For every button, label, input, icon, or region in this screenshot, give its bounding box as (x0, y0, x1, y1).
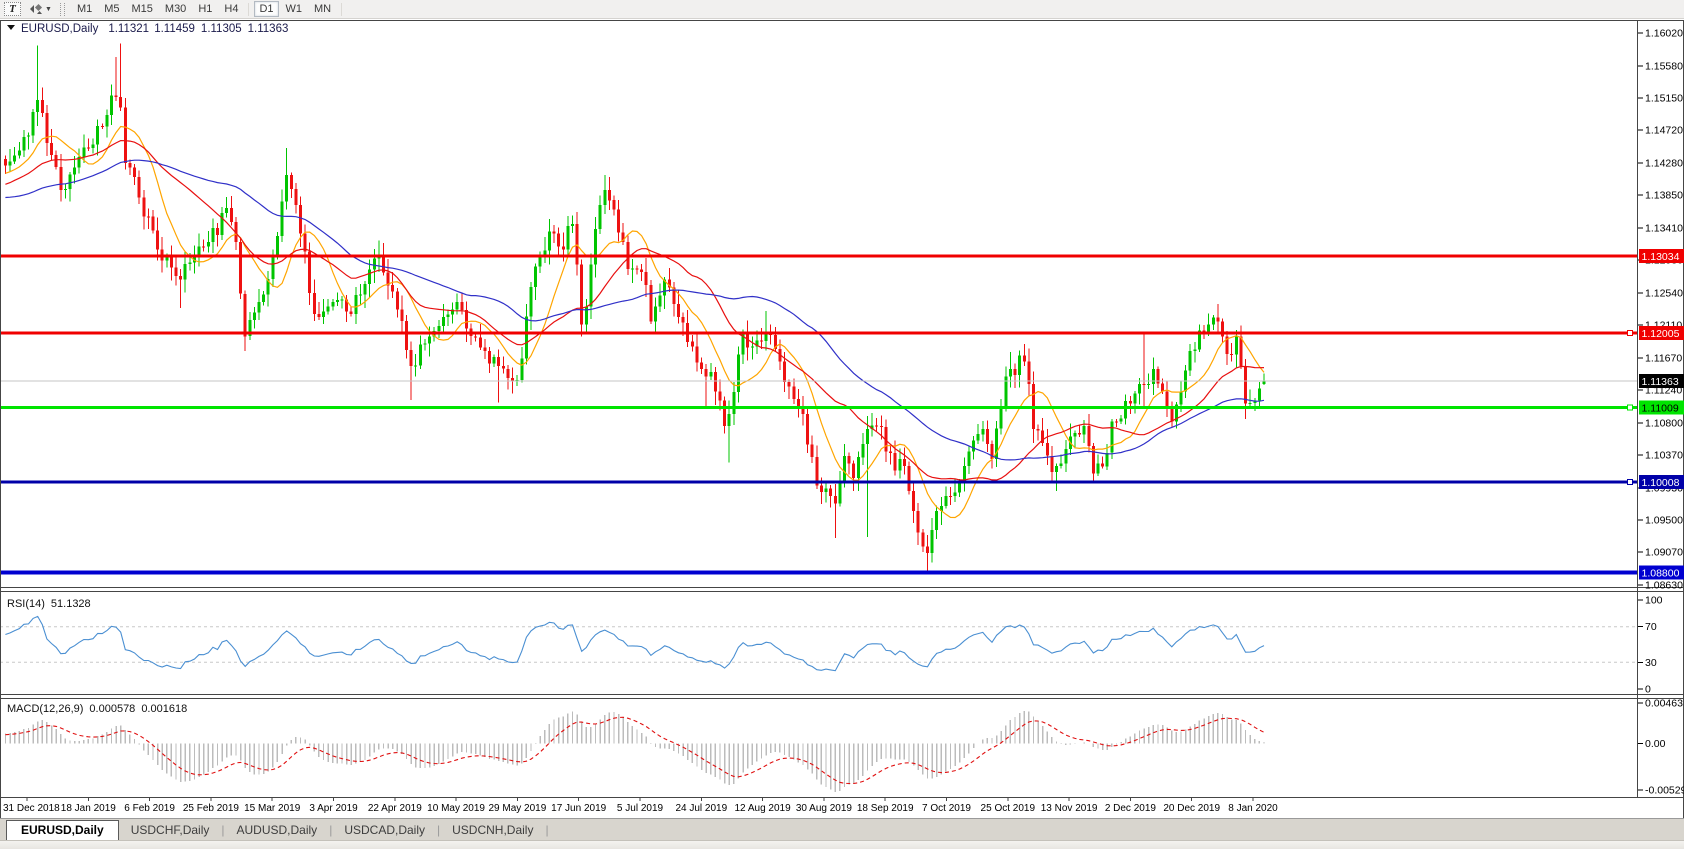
price-tick-label: 1.11670 (1645, 352, 1682, 364)
date-label: 29 May 2019 (488, 803, 546, 814)
toolbar-grip[interactable] (60, 3, 65, 16)
level-badge-text: 1.10008 (1642, 477, 1680, 489)
mt4-terminal-window: T ▼ M1M5M15M30H1H4D1W1MN 1.160201.155801… (0, 0, 1684, 849)
timeframe-button-m30[interactable]: M30 (160, 1, 191, 17)
level-badge-text: 1.08800 (1642, 567, 1680, 579)
price-tick-label: 1.08630 (1645, 580, 1683, 592)
rsi-tick-label: 30 (1645, 657, 1657, 669)
price-tick-label: 1.10370 (1645, 450, 1683, 462)
dropdown-caret-icon[interactable]: ▼ (45, 6, 52, 13)
level-badge-text: 1.11009 (1642, 402, 1679, 414)
price-tick-label: 1.14280 (1645, 158, 1683, 170)
date-label: 31 Dec 2018 (3, 803, 60, 814)
rsi-tick-label: 100 (1645, 595, 1663, 607)
chart-area[interactable]: 1.16020 1.15580 1.15150 1.14720 1.14280 1.138… (0, 0, 1684, 818)
tab-usdcnh-daily[interactable]: USDCNH,Daily (440, 821, 545, 839)
price-tick-label: 1.10800 (1645, 417, 1683, 429)
price-tick-label: 1.16020 (1645, 28, 1683, 40)
level-badge-text: 1.13034 (1642, 251, 1680, 263)
tab-audusd-daily[interactable]: AUDUSD,Daily (225, 821, 330, 839)
rsi-tick-label: 70 (1645, 621, 1657, 633)
price-tick-label: 1.12540 (1645, 287, 1683, 299)
date-label: 10 May 2019 (427, 803, 485, 814)
toolbar-separator (341, 3, 342, 16)
level-handle[interactable] (1628, 480, 1633, 485)
timeframe-button-h1[interactable]: H1 (193, 1, 217, 17)
date-label: 18 Sep 2019 (857, 803, 914, 814)
tab-separator: | (545, 823, 548, 837)
level-handle[interactable] (1628, 330, 1633, 335)
rsi-tick-label: 0 (1645, 684, 1651, 696)
current-price-badge-text: 1.11363 (1642, 376, 1679, 388)
timeframe-button-mn[interactable]: MN (309, 1, 336, 17)
date-label: 25 Feb 2019 (183, 803, 240, 814)
date-label: 6 Feb 2019 (124, 803, 175, 814)
price-tick-label: 1.09500 (1645, 515, 1683, 527)
price-tick-label: 1.14720 (1645, 125, 1683, 137)
tab-eurusd-daily[interactable]: EURUSD,Daily (6, 820, 119, 841)
date-label: 13 Nov 2019 (1041, 803, 1098, 814)
toolbar-separator (248, 3, 249, 16)
date-label: 15 Mar 2019 (244, 803, 301, 814)
chart-title: EURUSD,Daily1.113211.114591.113051.11363 (21, 23, 288, 35)
timeframe-button-m1[interactable]: M1 (72, 1, 97, 17)
text-tool-button[interactable]: T (4, 2, 21, 16)
date-label: 20 Dec 2019 (1163, 803, 1220, 814)
date-label: 17 Jun 2019 (551, 803, 606, 814)
tab-usdchf-daily[interactable]: USDCHF,Daily (119, 821, 222, 839)
timeframe-buttons: M1M5M15M30H1H4 D1W1MN (71, 1, 346, 17)
date-label: 3 Apr 2019 (309, 803, 358, 814)
timeframe-button-d1[interactable]: D1 (254, 1, 278, 17)
level-badge-text: 1.12005 (1642, 328, 1680, 340)
timeframe-button-m5[interactable]: M5 (99, 1, 124, 17)
date-label: 25 Oct 2019 (981, 803, 1036, 814)
date-label: 22 Apr 2019 (368, 803, 422, 814)
timeframe-button-h4[interactable]: H4 (219, 1, 243, 17)
tab-usdcad-daily[interactable]: USDCAD,Daily (332, 821, 437, 839)
price-tick-label: 1.15150 (1645, 93, 1683, 105)
date-label: 2 Dec 2019 (1105, 803, 1157, 814)
toolbar: T ▼ M1M5M15M30H1H4 D1W1MN (0, 0, 1684, 19)
macd-tick-label: -0.005299 (1645, 785, 1684, 797)
style-tool-icon[interactable] (29, 3, 44, 16)
macd-tick-label: 0.00 (1645, 738, 1666, 750)
date-label: 30 Aug 2019 (796, 803, 853, 814)
date-label: 7 Oct 2019 (922, 803, 971, 814)
date-label: 18 Jan 2019 (61, 803, 116, 814)
macd-label: MACD(12,26,9)0.0005780.001618 (7, 703, 187, 715)
timeframe-button-m15[interactable]: M15 (127, 1, 158, 17)
price-tick-label: 1.09070 (1645, 547, 1683, 559)
chart-tab-bar: EURUSD,DailyUSDCHF,Daily|AUDUSD,Daily|US… (0, 818, 1684, 841)
status-bar (0, 840, 1684, 849)
timeframe-button-w1[interactable]: W1 (281, 1, 308, 17)
price-tick-label: 1.13850 (1645, 190, 1683, 202)
macd-tick-label: 0.00463 (1645, 698, 1683, 710)
price-tick-label: 1.15580 (1645, 60, 1683, 72)
date-label: 12 Aug 2019 (735, 803, 792, 814)
date-label: 24 Jul 2019 (675, 803, 727, 814)
date-label: 8 Jan 2020 (1228, 803, 1278, 814)
level-handle[interactable] (1628, 405, 1633, 410)
price-tick-label: 1.13410 (1645, 223, 1683, 235)
date-label: 5 Jul 2019 (617, 803, 664, 814)
